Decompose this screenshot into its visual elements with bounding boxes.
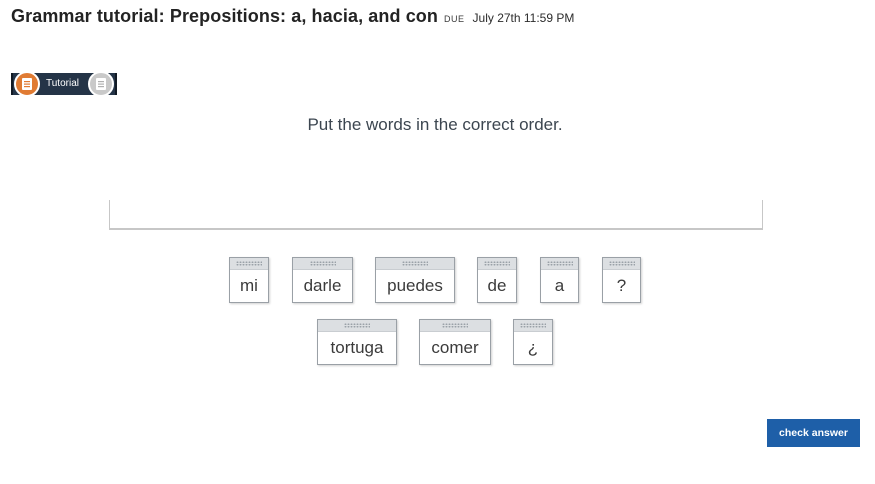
word-tile[interactable]: ¿ xyxy=(513,319,553,365)
drag-handle[interactable] xyxy=(514,320,552,332)
drag-handle[interactable] xyxy=(603,258,640,270)
instruction-text: Put the words in the correct order. xyxy=(307,115,563,134)
word-tile[interactable]: tortuga xyxy=(317,319,397,365)
word-tile-label: ¿ xyxy=(527,338,539,357)
word-tile-label: a xyxy=(554,276,565,295)
document-icon xyxy=(96,78,106,90)
progress-bar: Tutorial xyxy=(11,71,117,97)
drag-handle[interactable] xyxy=(478,258,516,270)
word-tile-label: darle xyxy=(303,276,342,295)
page-title: Grammar tutorial: Prepositions: a, hacia… xyxy=(11,6,438,26)
word-tile-label: de xyxy=(487,276,507,295)
word-tile[interactable]: puedes xyxy=(375,257,455,303)
word-tile[interactable]: comer xyxy=(419,319,491,365)
word-tile[interactable]: de xyxy=(477,257,517,303)
drag-handle[interactable] xyxy=(230,258,268,270)
drag-handle[interactable] xyxy=(293,258,352,270)
drag-handle[interactable] xyxy=(318,320,396,332)
answer-drop-zone[interactable] xyxy=(109,200,763,230)
word-tile-label: comer xyxy=(431,338,479,357)
tutorial-step-label: Tutorial xyxy=(46,78,79,89)
word-tile[interactable]: ? xyxy=(602,257,641,303)
due-date: July 27th 11:59 PM xyxy=(472,11,575,25)
due-label: DUE xyxy=(444,14,465,24)
tutorial-step-button[interactable] xyxy=(14,71,40,97)
word-tile-label: mi xyxy=(240,276,258,295)
word-tile[interactable]: a xyxy=(540,257,579,303)
next-step-button[interactable] xyxy=(88,71,114,97)
drag-handle[interactable] xyxy=(376,258,454,270)
word-tile[interactable]: darle xyxy=(292,257,353,303)
notebook-icon xyxy=(22,78,32,90)
page: Grammar tutorial: Prepositions: a, hacia… xyxy=(0,0,875,484)
drag-handle[interactable] xyxy=(420,320,490,332)
word-tile-label: ? xyxy=(616,276,627,295)
word-tile-label: tortuga xyxy=(330,338,384,357)
drag-handle[interactable] xyxy=(541,258,578,270)
word-tile[interactable]: mi xyxy=(229,257,269,303)
check-answer-button[interactable]: check answer xyxy=(767,419,860,447)
header: Grammar tutorial: Prepositions: a, hacia… xyxy=(11,6,574,27)
word-tile-label: puedes xyxy=(387,276,443,295)
